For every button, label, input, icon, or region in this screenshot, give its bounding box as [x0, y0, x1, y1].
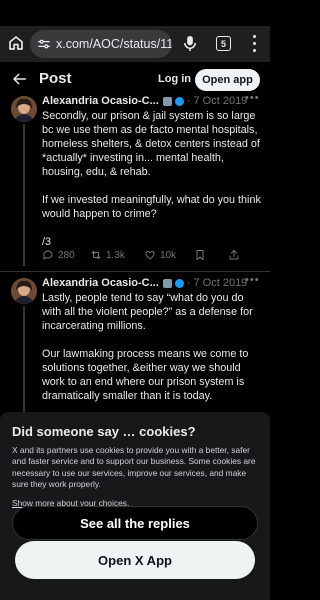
tweet-header: Alexandria Ocasio-C... · 7 Oct 2019	[42, 94, 247, 108]
like-action[interactable]: 10k	[144, 249, 194, 261]
repost-action[interactable]: 1.3k	[90, 249, 144, 261]
more-options-icon[interactable]: •••	[245, 92, 260, 104]
government-badge-icon	[174, 96, 184, 106]
author-name[interactable]: Alexandria Ocasio-C...	[42, 95, 159, 107]
tweet-date[interactable]: · 7 Oct 2019	[187, 95, 248, 107]
address-bar[interactable]: x.com/AOC/status/11812	[30, 30, 172, 58]
cookie-title: Did someone say … cookies?	[12, 424, 196, 439]
open-x-app-button[interactable]: Open X App	[15, 541, 255, 579]
author-name[interactable]: Alexandria Ocasio-C...	[42, 277, 159, 289]
login-button[interactable]: Log in	[150, 69, 199, 91]
reply-icon	[43, 250, 53, 260]
thread-line	[23, 306, 25, 413]
repost-icon	[91, 251, 101, 259]
tweet-text: Secondly, our prison & jail system is so…	[42, 110, 261, 248]
more-vertical-icon[interactable]	[249, 35, 259, 52]
tweet[interactable]: Alexandria Ocasio-C... · 7 Oct 2019 ••• …	[0, 92, 270, 266]
tweet-actions: 280 1.3k 10k	[42, 248, 262, 262]
more-options-icon[interactable]: •••	[245, 274, 260, 286]
browser-toolbar: x.com/AOC/status/11812 5	[0, 26, 270, 62]
tune-icon[interactable]	[37, 37, 51, 51]
page-header: Post Log in Open app	[0, 62, 270, 96]
url-text[interactable]: x.com/AOC/status/11812	[56, 37, 172, 51]
tweet[interactable]: Alexandria Ocasio-C... · 7 Oct 2019 ••• …	[0, 274, 270, 413]
reply-count: 280	[58, 249, 75, 261]
mic-icon[interactable]	[183, 35, 197, 52]
heart-icon	[145, 250, 155, 260]
thread-line	[23, 124, 25, 266]
tweet-text: Lastly, people tend to say “what do you …	[42, 292, 253, 402]
cookie-body: X and its partners use cookies to provid…	[12, 445, 256, 490]
avatar[interactable]	[11, 96, 37, 122]
tweet-header: Alexandria Ocasio-C... · 7 Oct 2019	[42, 276, 247, 290]
tweet-date[interactable]: · 7 Oct 2019	[187, 277, 248, 289]
tabs-icon[interactable]: 5	[216, 36, 231, 51]
bookmark-icon	[196, 250, 204, 260]
home-icon[interactable]	[7, 34, 25, 52]
divider	[0, 271, 270, 272]
reply-action[interactable]: 280	[42, 249, 90, 261]
avatar[interactable]	[11, 278, 37, 304]
page-title: Post	[39, 70, 72, 87]
verified-badge-icon	[162, 278, 172, 288]
government-badge-icon	[174, 278, 184, 288]
see-all-replies-button[interactable]: See all the replies	[12, 506, 258, 540]
bookmark-action[interactable]	[194, 249, 228, 261]
verified-badge-icon	[162, 96, 172, 106]
back-arrow-icon[interactable]	[12, 71, 28, 87]
share-icon	[229, 250, 239, 260]
repost-count: 1.3k	[106, 249, 125, 261]
share-action[interactable]	[228, 249, 244, 261]
like-count: 10k	[160, 249, 177, 261]
open-app-button[interactable]: Open app	[195, 69, 260, 91]
